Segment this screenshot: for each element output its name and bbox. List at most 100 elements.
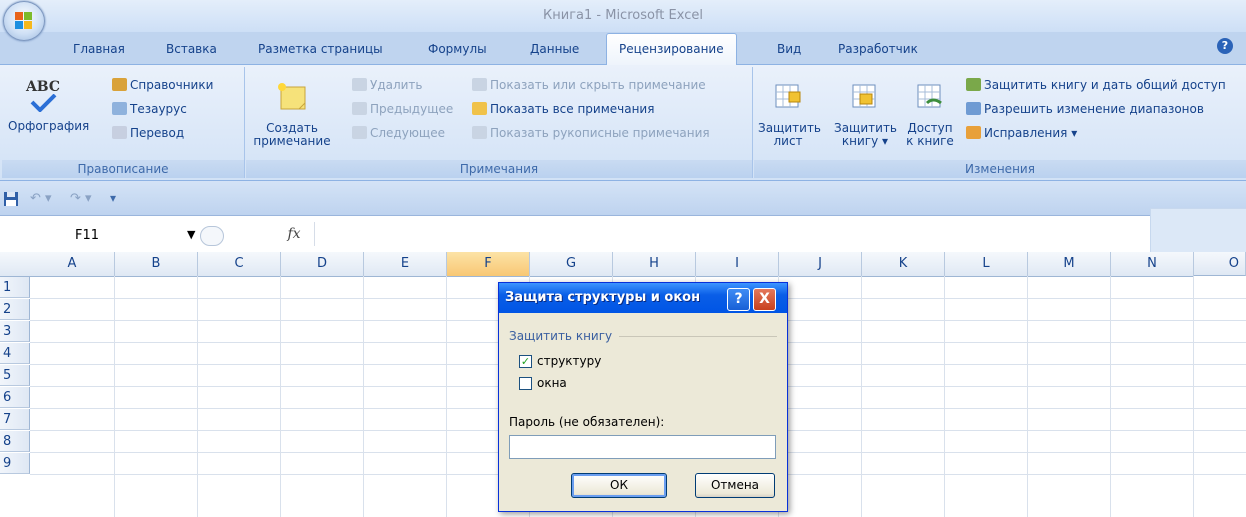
column-header[interactable]: D <box>281 252 364 277</box>
track-changes-button[interactable]: Исправления ▾ <box>966 126 1077 140</box>
new-comment-button[interactable]: Создать примечание <box>252 81 332 148</box>
column-header[interactable]: C <box>198 252 281 277</box>
research-button[interactable]: Справочники <box>112 78 213 92</box>
spelling-button[interactable]: ABC Орфография <box>8 80 90 133</box>
windows-label[interactable]: окна <box>537 376 567 390</box>
select-all-corner[interactable] <box>0 252 31 277</box>
column-header[interactable]: I <box>696 252 779 277</box>
column-header[interactable]: M <box>1028 252 1111 277</box>
help-button[interactable]: ? <box>727 288 750 311</box>
protect-workbook-icon <box>852 84 876 108</box>
chevron-down-icon: ▾ <box>882 134 889 148</box>
grid-line <box>944 276 945 517</box>
protect-and-share-button[interactable]: Защитить книгу и дать общий доступ <box>966 78 1226 92</box>
grid-line <box>280 276 281 517</box>
column-header[interactable]: L <box>945 252 1028 277</box>
row-header[interactable]: 4 <box>0 343 30 364</box>
ribbon: ABC Орфография Справочники Тезаурус Пере… <box>0 65 1246 181</box>
new-comment-icon <box>278 83 306 110</box>
tab-home[interactable]: Главная <box>73 42 125 56</box>
customize-qat-icon[interactable]: ▾ <box>110 191 116 205</box>
row-header[interactable]: 5 <box>0 365 30 386</box>
grid-line <box>1027 276 1028 517</box>
structure-label[interactable]: структуру <box>537 354 601 368</box>
show-all-comments-button[interactable]: Показать все примечания <box>472 102 654 116</box>
group-comments: Создать примечание Удалить Предыдущее Сл… <box>246 67 753 178</box>
name-box-dropdown-icon[interactable]: ▼ <box>187 228 195 241</box>
tab-view[interactable]: Вид <box>777 42 801 56</box>
grid-line <box>861 276 862 517</box>
dialog-title: Защита структуры и окон <box>505 290 701 305</box>
tab-formulas[interactable]: Формулы <box>428 42 487 56</box>
tab-review[interactable]: Рецензирование <box>606 33 737 65</box>
row-header[interactable]: 6 <box>0 387 30 408</box>
cancel-button[interactable]: Отмена <box>695 473 775 498</box>
checkmark-icon <box>30 93 57 113</box>
row-header[interactable]: 9 <box>0 453 30 474</box>
column-header[interactable]: J <box>779 252 862 277</box>
thesaurus-button[interactable]: Тезаурус <box>112 102 187 116</box>
row-header[interactable]: 3 <box>0 321 30 342</box>
column-header[interactable]: A <box>30 252 115 277</box>
office-button[interactable] <box>3 1 45 41</box>
grid-line <box>114 276 115 517</box>
show-ink-button[interactable]: Показать рукописные примечания <box>472 126 710 140</box>
column-header[interactable]: G <box>530 252 613 277</box>
dialog-title-bar[interactable]: Защита структуры и окон ? X <box>499 283 787 313</box>
structure-checkbox[interactable]: ✓ <box>519 355 532 368</box>
section-label: Защитить книгу <box>509 329 613 343</box>
show-hide-comment-button[interactable]: Показать или скрыть примечание <box>472 78 706 92</box>
spelling-label: Орфография <box>8 119 90 133</box>
tab-page-layout[interactable]: Разметка страницы <box>258 42 383 56</box>
column-header[interactable]: O <box>1194 252 1246 276</box>
previous-comment-icon <box>352 102 367 115</box>
tab-data[interactable]: Данные <box>530 42 579 56</box>
insert-function-icon[interactable]: fx <box>274 222 315 246</box>
password-input[interactable] <box>509 435 776 459</box>
row-header[interactable]: 2 <box>0 299 30 320</box>
undo-icon[interactable]: ↶ ▾ <box>30 191 52 206</box>
delete-comment-icon <box>352 78 367 91</box>
column-header[interactable]: B <box>115 252 198 277</box>
windows-checkbox[interactable] <box>519 377 532 390</box>
section-divider <box>619 336 777 337</box>
group-proofing: ABC Орфография Справочники Тезаурус Пере… <box>2 67 245 178</box>
show-all-comments-icon <box>472 102 487 115</box>
help-icon[interactable]: ? <box>1217 38 1233 54</box>
group-changes: Защитить лист Защитить книгу ▾ Доступ к … <box>754 67 1246 178</box>
share-workbook-button[interactable]: Доступ к книге <box>902 81 958 148</box>
previous-comment-button[interactable]: Предыдущее <box>352 102 453 116</box>
tab-developer[interactable]: Разработчик <box>838 42 918 56</box>
allow-ranges-button[interactable]: Разрешить изменение диапазонов <box>966 102 1204 116</box>
formula-input[interactable] <box>315 222 1145 246</box>
next-comment-button[interactable]: Следующее <box>352 126 445 140</box>
row-header[interactable]: 8 <box>0 431 30 452</box>
grid-line <box>363 276 364 517</box>
delete-comment-button[interactable]: Удалить <box>352 78 423 92</box>
column-header[interactable]: H <box>613 252 696 277</box>
ok-button[interactable]: ОК <box>571 473 667 498</box>
close-button[interactable]: X <box>753 288 776 311</box>
office-logo-icon <box>15 12 32 29</box>
protect-share-icon <box>966 78 981 91</box>
name-box[interactable]: F11 ▼ <box>0 223 224 247</box>
thesaurus-icon <box>112 102 127 115</box>
column-header[interactable]: K <box>862 252 945 277</box>
row-header[interactable]: 7 <box>0 409 30 430</box>
redo-icon[interactable]: ↷ ▾ <box>70 191 92 206</box>
formula-bar-splitter-icon[interactable] <box>200 226 224 246</box>
column-header[interactable]: E <box>364 252 447 277</box>
save-icon[interactable] <box>4 192 18 206</box>
tab-insert[interactable]: Вставка <box>166 42 217 56</box>
translate-button[interactable]: Перевод <box>112 126 184 140</box>
protect-workbook-button[interactable]: Защитить книгу ▾ <box>834 81 897 148</box>
protect-sheet-button[interactable]: Защитить лист <box>758 81 821 148</box>
column-header-selected[interactable]: F <box>447 252 530 277</box>
grid-line <box>197 276 198 517</box>
password-label: Пароль (не обязателен): <box>509 415 665 429</box>
track-changes-icon <box>966 126 981 139</box>
column-header[interactable]: N <box>1111 252 1194 277</box>
protect-structure-dialog: Защита структуры и окон ? X Защитить кни… <box>498 282 788 512</box>
allow-ranges-icon <box>966 102 981 115</box>
row-header[interactable]: 1 <box>0 277 30 298</box>
